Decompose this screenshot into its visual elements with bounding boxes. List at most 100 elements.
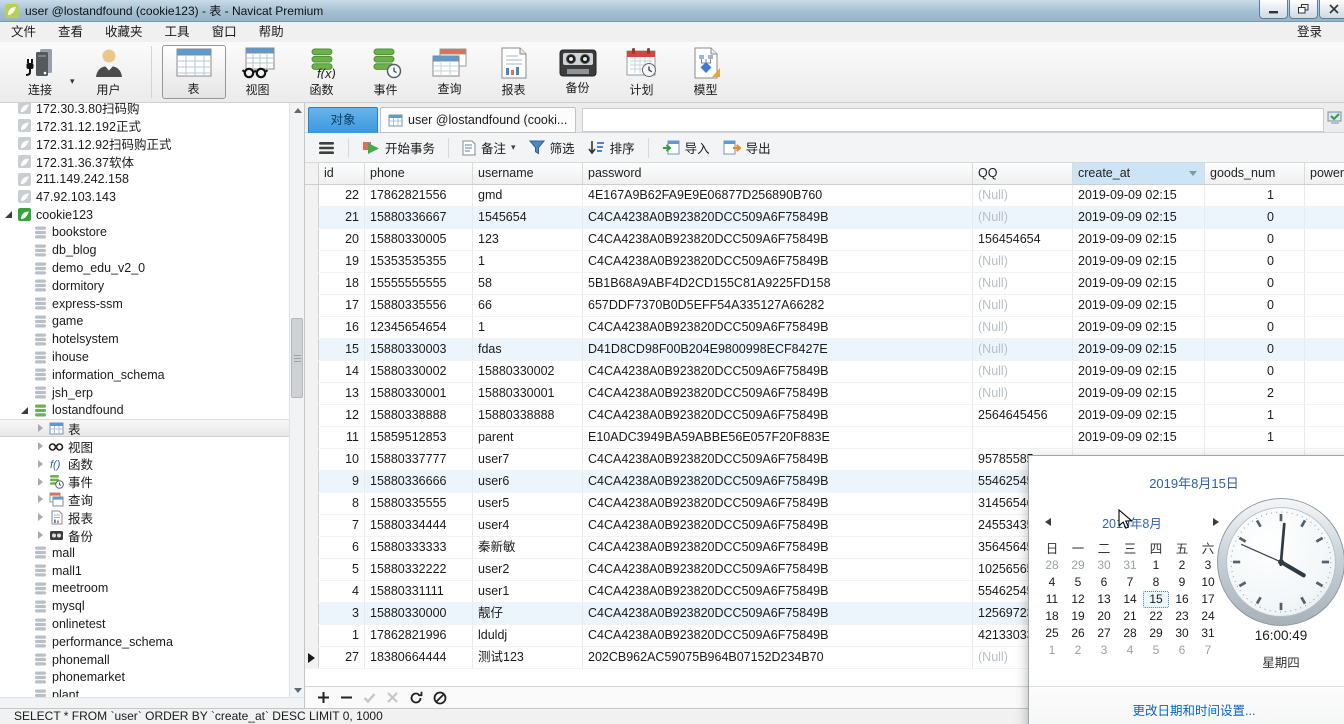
cell-QQ[interactable]: (Null) [973, 383, 1073, 404]
scrollbar-thumb[interactable] [291, 318, 303, 398]
column-header-username[interactable]: username [473, 163, 583, 184]
cell-power[interactable] [1305, 295, 1344, 316]
minimize-button[interactable] [1259, 0, 1288, 19]
cell-power[interactable] [1305, 185, 1344, 206]
cell-goods_num[interactable]: 0 [1205, 339, 1305, 360]
tree-item[interactable]: dormitory [0, 277, 289, 295]
calendar-day[interactable]: 30 [1169, 625, 1195, 642]
cell-QQ[interactable]: (Null) [973, 207, 1073, 228]
close-button[interactable] [1319, 0, 1344, 19]
tree-item[interactable]: jsh_erp [0, 384, 289, 402]
tree-item[interactable]: express-ssm [0, 295, 289, 313]
cell-password[interactable]: 657DDF7370B0D5EFF54A335127A66282 [583, 295, 973, 316]
cell-id[interactable]: 13 [319, 383, 365, 404]
calendar-day[interactable]: 31 [1117, 557, 1143, 574]
cell-password[interactable]: C4CA4238A0B923820DCC509A6F75849B [583, 603, 973, 624]
calendar-day[interactable]: 23 [1169, 608, 1195, 625]
tree-item[interactable]: mysql [0, 597, 289, 615]
stop-button[interactable] [433, 691, 447, 705]
cell-phone[interactable]: 15353535355 [365, 251, 473, 272]
cell-username[interactable]: 1545654 [473, 207, 583, 228]
cell-power[interactable] [1305, 361, 1344, 382]
export-button[interactable]: 导出 [723, 138, 771, 157]
toolbar-table[interactable]: 表 [162, 45, 226, 99]
menu-item[interactable]: 查看 [47, 22, 94, 42]
cell-username[interactable]: parent [473, 427, 583, 448]
menu-item[interactable]: 收藏夹 [94, 22, 154, 42]
cell-phone[interactable]: 15880331111 [365, 581, 473, 602]
tree-item[interactable]: mall1 [0, 562, 289, 580]
cell-phone[interactable]: 15880336667 [365, 207, 473, 228]
cell-id[interactable]: 3 [319, 603, 365, 624]
cell-username[interactable]: user6 [473, 471, 583, 492]
cell-create_at[interactable]: 2019-09-09 02:15 [1073, 295, 1205, 316]
sort-button[interactable]: 排序 [588, 138, 635, 157]
toolbar-report[interactable]: 报表 [482, 45, 546, 99]
cell-phone[interactable]: 15859512853 [365, 427, 473, 448]
cell-create_at[interactable]: 2019-09-09 02:15 [1073, 229, 1205, 250]
cell-goods_num[interactable]: 1 [1205, 405, 1305, 426]
tree-item[interactable]: lostandfound [0, 402, 289, 420]
calendar-day[interactable]: 5 [1143, 642, 1169, 659]
cell-goods_num[interactable]: 0 [1205, 273, 1305, 294]
row-gutter[interactable] [305, 361, 319, 382]
refresh-button[interactable] [409, 691, 423, 705]
calendar-day[interactable]: 7 [1117, 574, 1143, 591]
cell-username[interactable]: 15880338888 [473, 405, 583, 426]
tree-item[interactable]: 172.31.12.192正式 [0, 117, 289, 135]
cell-create_at[interactable]: 2019-09-09 02:15 [1073, 383, 1205, 404]
cell-phone[interactable]: 15555555555 [365, 273, 473, 294]
table-row[interactable]: 2015880330005123C4CA4238A0B923820DCC509A… [305, 229, 1344, 251]
discard-changes-button[interactable] [386, 691, 399, 704]
menu-item[interactable]: 文件 [0, 22, 47, 42]
table-row[interactable]: 21158803366671545654C4CA4238A0B923820DCC… [305, 207, 1344, 229]
cell-create_at[interactable]: 2019-09-09 02:15 [1073, 273, 1205, 294]
calendar-day[interactable]: 6 [1169, 642, 1195, 659]
tree-item[interactable]: 视图 [0, 437, 289, 455]
cell-username[interactable]: user4 [473, 515, 583, 536]
row-gutter[interactable] [305, 537, 319, 558]
tree-item[interactable]: 备份 [0, 526, 289, 544]
cell-id[interactable]: 10 [319, 449, 365, 470]
menu-item[interactable]: 工具 [154, 22, 201, 42]
tree-collapsed-arrow-icon[interactable] [34, 442, 47, 450]
cell-username[interactable]: 58 [473, 273, 583, 294]
calendar-day[interactable]: 29 [1065, 557, 1091, 574]
cell-username[interactable]: 靓仔 [473, 603, 583, 624]
cell-goods_num[interactable]: 1 [1205, 185, 1305, 206]
chevron-down-icon[interactable]: ▾ [70, 76, 75, 87]
toolbar-query[interactable]: 查询 [418, 45, 482, 99]
tree-item[interactable]: demo_edu_v2_0 [0, 259, 289, 277]
row-gutter[interactable] [305, 229, 319, 250]
cell-id[interactable]: 21 [319, 207, 365, 228]
table-row[interactable]: 171588033555666657DDF7370B0D5EFF54A33512… [305, 295, 1344, 317]
cell-id[interactable]: 15 [319, 339, 365, 360]
sidebar-scrollbar[interactable] [289, 103, 304, 697]
cell-QQ[interactable] [973, 427, 1073, 448]
cell-username[interactable]: 测试123 [473, 647, 583, 668]
cell-id[interactable]: 4 [319, 581, 365, 602]
tree-item[interactable]: information_schema [0, 366, 289, 384]
begin-transaction-button[interactable]: 开始事务 [362, 138, 435, 157]
cell-username[interactable]: 15880330002 [473, 361, 583, 382]
apply-changes-button[interactable] [363, 691, 376, 704]
cell-password[interactable]: D41D8CD98F00B204E9800998ECF8427E [583, 339, 973, 360]
tree-item[interactable]: meetroom [0, 580, 289, 598]
calendar-day[interactable]: 15 [1143, 591, 1169, 608]
tab-objects[interactable]: 对象 [308, 107, 378, 133]
table-row[interactable]: 1815555555555585B1B68A9ABF4D2CD155C81A92… [305, 273, 1344, 295]
restore-button[interactable] [1289, 0, 1318, 19]
cell-username[interactable]: gmd [473, 185, 583, 206]
tree-item[interactable]: f()函数 [0, 455, 289, 473]
calendar-day[interactable]: 2 [1169, 557, 1195, 574]
toolbar-function[interactable]: f(x)函数 [290, 45, 354, 99]
cell-password[interactable]: C4CA4238A0B923820DCC509A6F75849B [583, 361, 973, 382]
cell-username[interactable]: 1 [473, 251, 583, 272]
cell-power[interactable] [1305, 207, 1344, 228]
calendar-day[interactable]: 5 [1065, 574, 1091, 591]
row-gutter[interactable] [305, 405, 319, 426]
cell-password[interactable]: C4CA4238A0B923820DCC509A6F75849B [583, 493, 973, 514]
cell-username[interactable]: user2 [473, 559, 583, 580]
table-row[interactable]: 2217862821556gmd4E167A9B62FA9E9E06877D25… [305, 185, 1344, 207]
calendar-day[interactable]: 9 [1169, 574, 1195, 591]
